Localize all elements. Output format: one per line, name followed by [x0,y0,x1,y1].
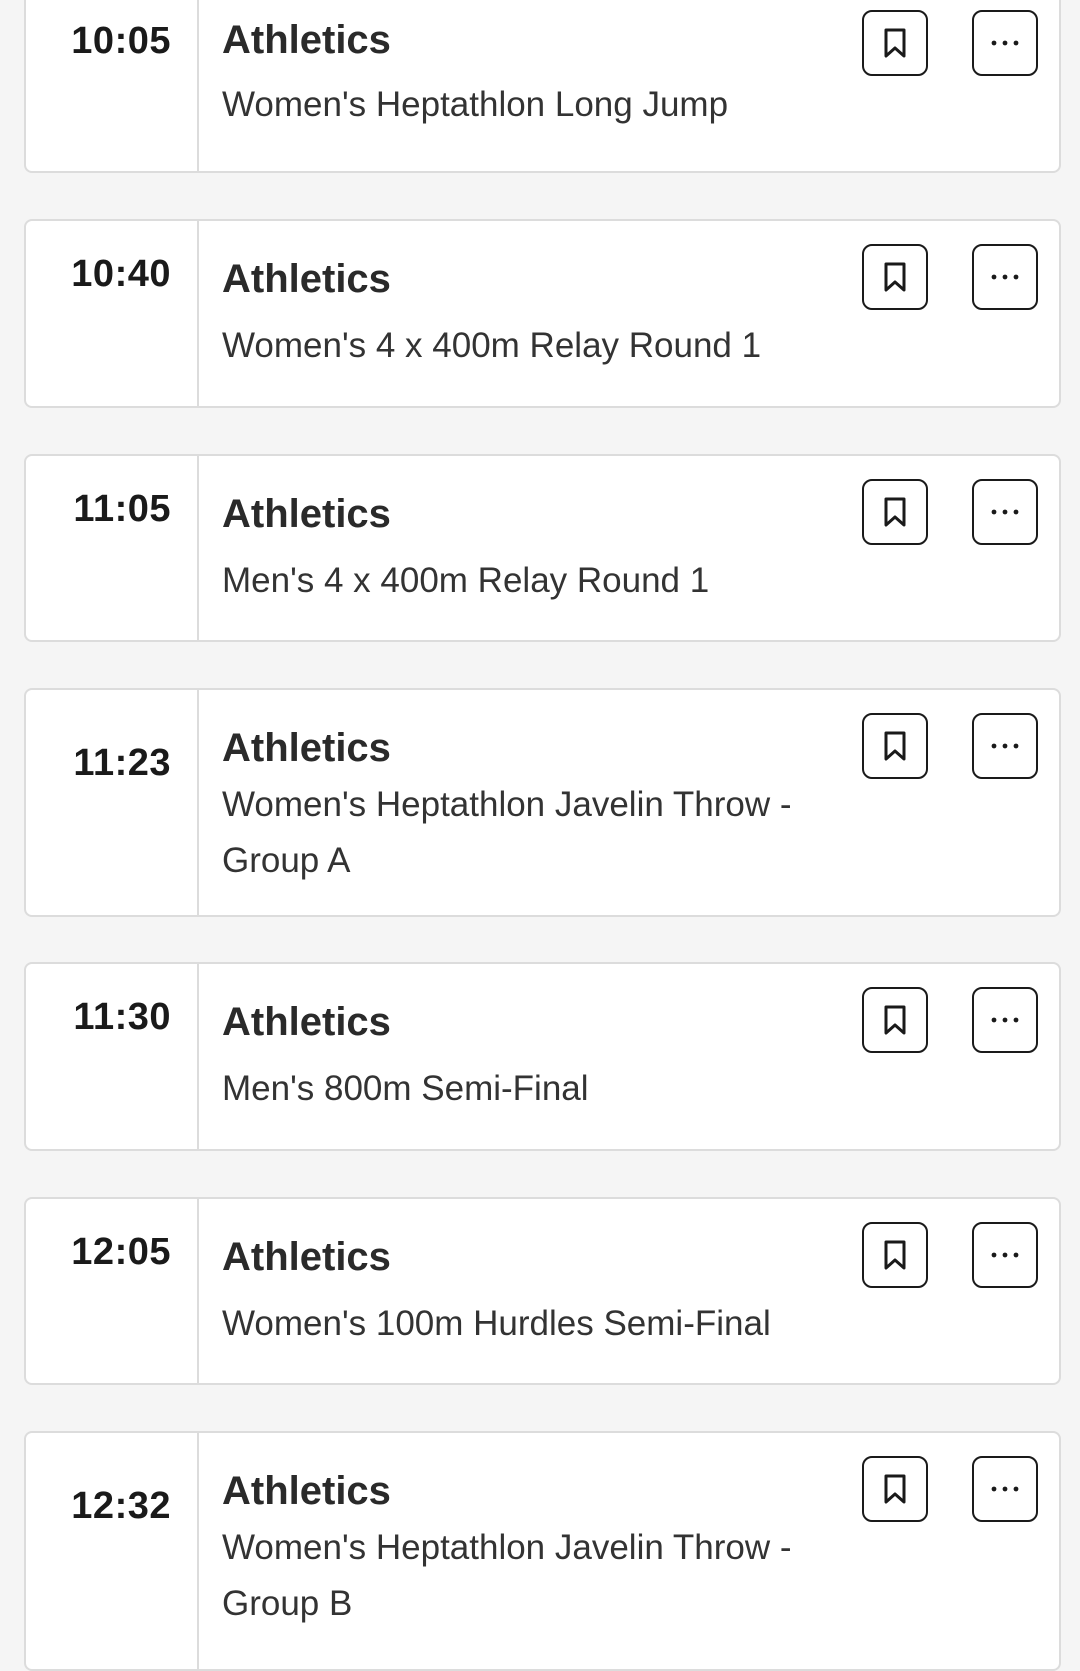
more-options-button[interactable] [972,713,1038,779]
bookmark-icon [884,731,906,761]
more-options-icon [991,40,1019,46]
event-card[interactable]: 12:32 Athletics Women's Heptathlon Javel… [24,1431,1061,1671]
event-info: Athletics Women's 100m Hurdles Semi-Fina… [222,1199,1059,1383]
event-name: Women's Heptathlon Long Jump [222,85,729,124]
event-info: Athletics Women's Heptathlon Long Jump [222,0,1059,171]
bookmark-icon [884,497,906,527]
more-options-button[interactable] [972,987,1038,1053]
time-column: 12:05 [26,1199,199,1383]
time-column: 11:23 [26,690,199,915]
sport-name: Athletics [222,1469,391,1513]
time-column: 11:30 [26,964,199,1149]
bookmark-icon [884,1240,906,1270]
more-options-icon [991,1017,1019,1023]
event-name: Women's 4 x 400m Relay Round 1 [222,326,762,365]
event-time: 10:40 [71,253,171,295]
bookmark-button[interactable] [862,1222,928,1288]
event-time: 11:30 [73,996,171,1038]
bookmark-button[interactable] [862,10,928,76]
sport-name: Athletics [222,257,391,301]
bookmark-button[interactable] [862,244,928,310]
time-column: 10:05 [26,0,199,171]
event-time: 11:05 [73,488,171,530]
more-options-button[interactable] [972,10,1038,76]
more-options-button[interactable] [972,479,1038,545]
event-info: Athletics Women's 4 x 400m Relay Round 1 [222,221,1059,406]
bookmark-icon [884,1005,906,1035]
event-card[interactable]: 12:05 Athletics Women's 100m Hurdles Sem… [24,1197,1061,1385]
sport-name: Athletics [222,726,391,770]
event-time: 12:05 [71,1231,171,1273]
bookmark-button[interactable] [862,479,928,545]
more-options-icon [991,743,1019,749]
event-card[interactable]: 11:05 Athletics Men's 4 x 400m Relay Rou… [24,454,1061,642]
bookmark-button[interactable] [862,987,928,1053]
more-options-button[interactable] [972,1222,1038,1288]
more-options-icon [991,274,1019,280]
more-options-icon [991,509,1019,515]
more-options-icon [991,1486,1019,1492]
bookmark-button[interactable] [862,713,928,779]
bookmark-icon [884,1474,906,1504]
event-time: 12:32 [71,1485,171,1527]
more-options-button[interactable] [972,244,1038,310]
event-card[interactable]: 10:40 Athletics Women's 4 x 400m Relay R… [24,219,1061,408]
event-info: Athletics Men's 800m Semi-Final [222,964,1059,1149]
event-name: Women's Heptathlon Javelin Throw - Group… [222,785,792,880]
more-options-icon [991,1252,1019,1258]
sport-name: Athletics [222,1000,391,1044]
event-card[interactable]: 11:23 Athletics Women's Heptathlon Javel… [24,688,1061,917]
event-time: 10:05 [71,20,171,62]
event-name: Women's 100m Hurdles Semi-Final [222,1304,771,1343]
event-info: Athletics Women's Heptathlon Javelin Thr… [222,1433,1059,1669]
event-name: Men's 800m Semi-Final [222,1069,589,1108]
event-name: Women's Heptathlon Javelin Throw - Group… [222,1528,792,1623]
event-card[interactable]: 10:05 Athletics Women's Heptathlon Long … [24,0,1061,173]
more-options-button[interactable] [972,1456,1038,1522]
event-info: Athletics Men's 4 x 400m Relay Round 1 [222,456,1059,640]
sport-name: Athletics [222,492,391,536]
sport-name: Athletics [222,1235,391,1279]
time-column: 12:32 [26,1433,199,1669]
event-info: Athletics Women's Heptathlon Javelin Thr… [222,690,1059,915]
event-card[interactable]: 11:30 Athletics Men's 800m Semi-Final [24,962,1061,1151]
time-column: 10:40 [26,221,199,406]
event-time: 11:23 [73,742,171,784]
sport-name: Athletics [222,18,391,62]
bookmark-icon [884,262,906,292]
time-column: 11:05 [26,456,199,640]
bookmark-icon [884,28,906,58]
bookmark-button[interactable] [862,1456,928,1522]
event-name: Men's 4 x 400m Relay Round 1 [222,561,710,600]
